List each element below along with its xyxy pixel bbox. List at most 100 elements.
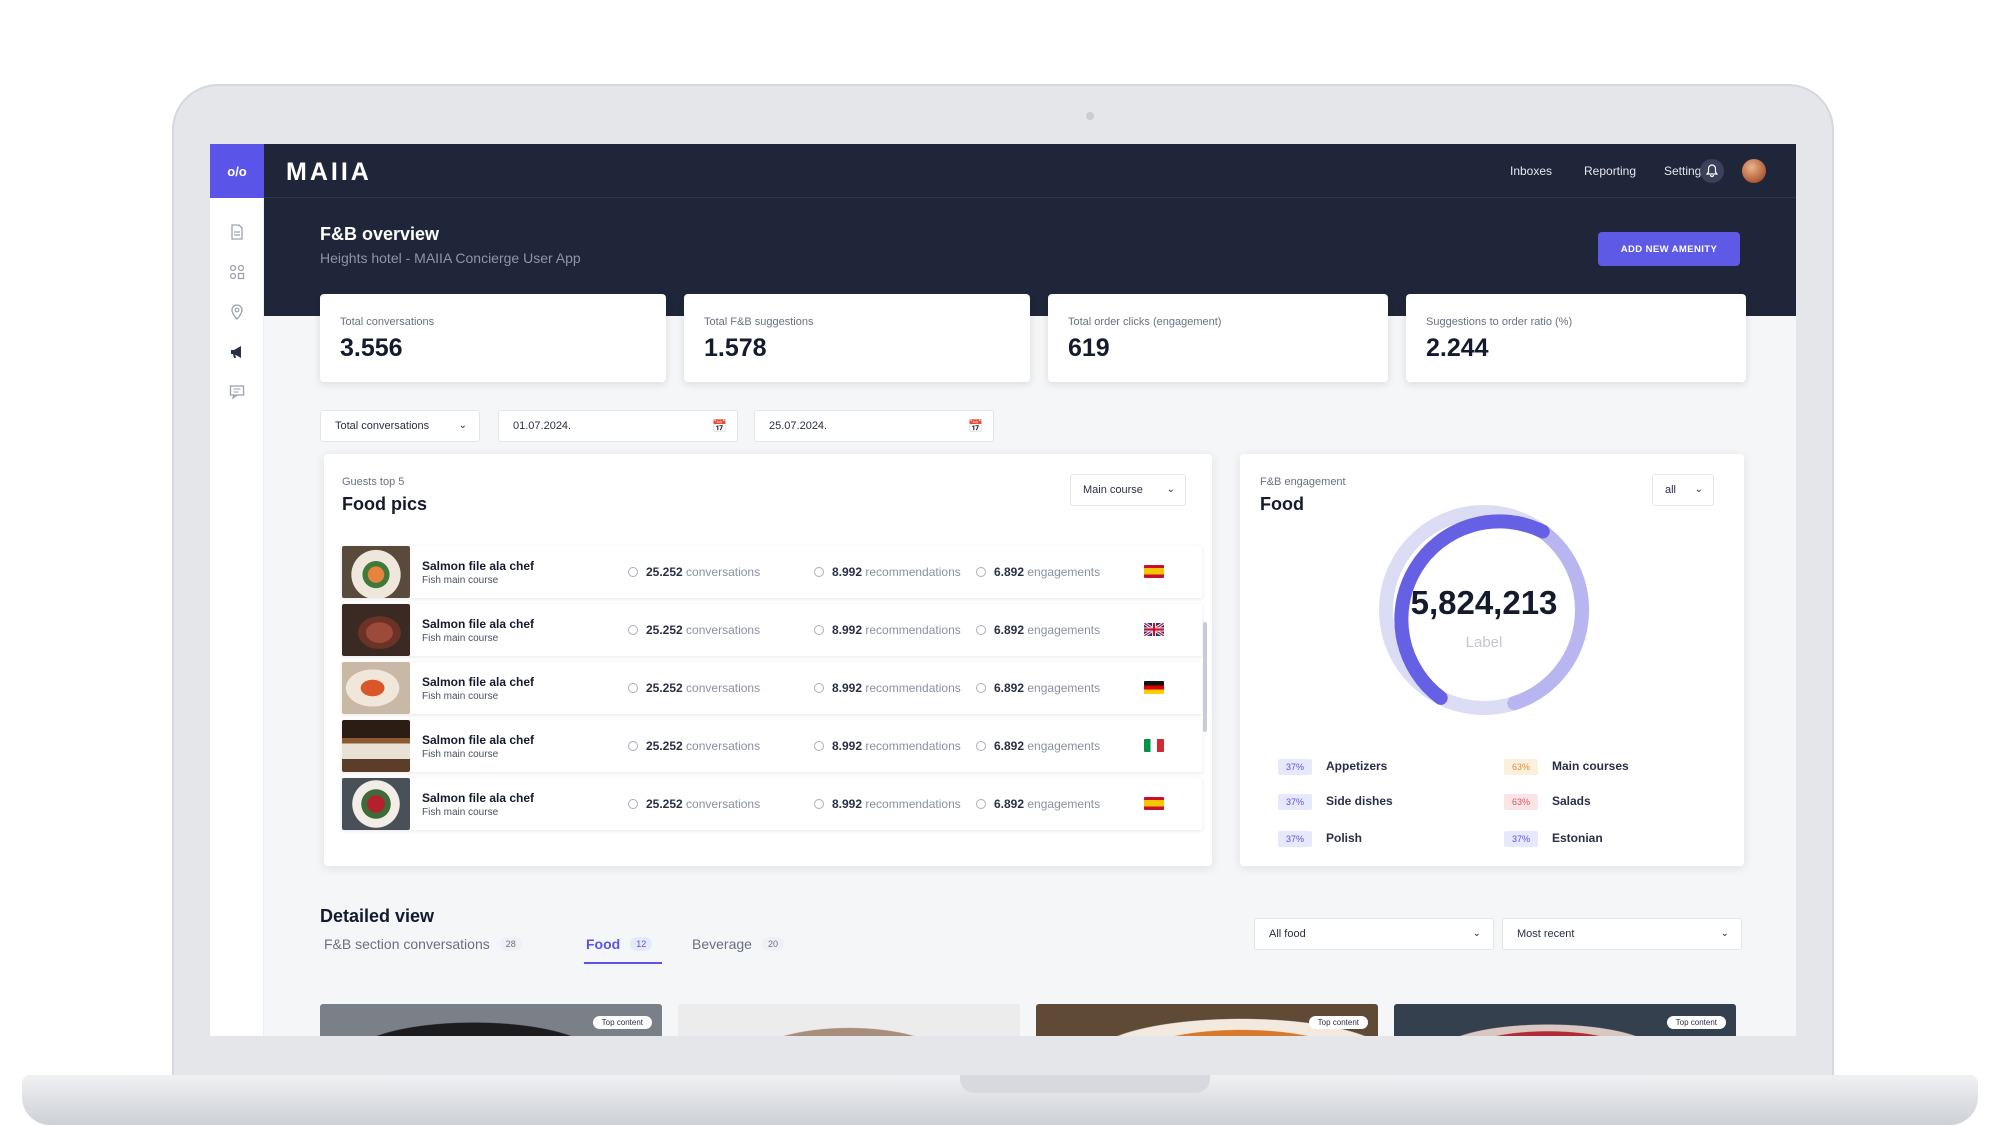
feedback-icon[interactable] [210,372,264,412]
metric-select[interactable]: Total conversations ⌄ [320,410,480,442]
check-circle-icon [976,741,986,751]
germany-flag-icon [1144,681,1164,694]
check-circle-icon [976,683,986,693]
food-row[interactable]: Salmon file ala chef Fish main course 25… [342,662,1202,714]
nav-reporting[interactable]: Reporting [1584,144,1636,198]
chat-icon [628,567,638,577]
metric-select-value: Total conversations [335,420,430,432]
bell-icon[interactable] [1700,159,1724,183]
recommendations-metric: 8.992 recommendations [814,739,961,753]
conversations-metric: 25.252 conversations [628,797,760,811]
location-icon[interactable] [210,292,264,332]
calendar-icon[interactable]: 📅 [712,411,727,441]
conversations-metric: 25.252 conversations [628,565,760,579]
engagements-metric: 6.892 engagements [976,565,1100,579]
legend-pct: 37% [1504,831,1538,847]
check-circle-icon [976,799,986,809]
chevron-down-icon: ⌄ [458,420,467,431]
megaphone-icon[interactable] [210,332,264,372]
nav-inboxes[interactable]: Inboxes [1510,144,1552,198]
content-tile[interactable]: Top content [320,1004,662,1036]
food-row[interactable]: Salmon file ala chef Fish main course 25… [342,546,1202,598]
conversations-count: 25.252 [646,623,683,637]
top-content-badge: Top content [1308,1016,1368,1029]
food-thumbnail [342,604,410,656]
grid-icon[interactable] [210,252,264,292]
food-name: Salmon file ala chef [422,733,535,747]
sort-select[interactable]: Most recent ⌄ [1502,918,1742,950]
stat-card-suggestions-ratio: Suggestions to order ratio (%) 2.244 [1406,294,1746,382]
engagements-count: 6.892 [994,681,1025,695]
uk-flag-icon [1144,623,1164,636]
legend-main-courses: 63% Main courses [1504,759,1629,775]
engagements-label: engagements [1027,797,1101,811]
document-icon[interactable] [210,212,264,252]
card-title: Food pics [342,494,427,514]
detailed-view-title: Detailed view [320,906,435,926]
calendar-icon[interactable]: 📅 [968,411,983,441]
conversations-label: conversations [686,623,761,637]
tab-fb-section-conversations[interactable]: F&B section conversations 28 [324,936,522,952]
food-row[interactable]: Salmon file ala chef Fish main course 25… [342,604,1202,656]
engagements-label: engagements [1027,565,1101,579]
recommendations-label: recommendations [865,797,961,811]
engagements-metric: 6.892 engagements [976,797,1100,811]
user-avatar[interactable] [1742,159,1766,183]
legend-label: Appetizers [1326,759,1388,773]
italy-flag-icon [1144,739,1164,752]
engagements-label: engagements [1027,623,1101,637]
recommendations-count: 8.992 [832,565,863,579]
engagements-count: 6.892 [994,565,1025,579]
course-select[interactable]: Main course ⌄ [1070,474,1186,506]
legend-label: Side dishes [1326,794,1393,808]
laptop-notch [960,1075,1210,1093]
food-name: Salmon file ala chef [422,559,535,573]
conversations-label: conversations [686,739,761,753]
tab-food[interactable]: Food 12 [586,936,653,952]
top-content-badge: Top content [1666,1016,1726,1029]
stat-value: 3.556 [340,334,403,362]
spain-flag-icon [1144,565,1164,578]
card-kicker: Guests top 5 [342,476,405,488]
date-from-input[interactable]: 01.07.2024. 📅 [498,410,738,442]
food-thumbnail [342,778,410,830]
engagement-filter-select[interactable]: all ⌄ [1652,474,1714,506]
conversations-label: conversations [686,681,761,695]
conversations-metric: 25.252 conversations [628,739,760,753]
recommendations-label: recommendations [865,565,961,579]
tab-beverage[interactable]: Beverage 20 [692,936,784,952]
card-kicker: F&B engagement [1260,476,1346,488]
content-tile[interactable]: Top content [1036,1004,1378,1036]
add-new-amenity-button[interactable]: ADD NEW AMENITY [1598,232,1740,266]
legend-label: Estonian [1552,831,1603,845]
scrollbar[interactable] [1203,622,1207,732]
food-filter-select[interactable]: All food ⌄ [1254,918,1494,950]
legend-estonian: 37% Estonian [1504,831,1603,847]
content-tile[interactable] [678,1004,1020,1036]
recommendations-count: 8.992 [832,623,863,637]
app-logo[interactable]: o/o [210,144,264,198]
engagements-label: engagements [1027,739,1101,753]
conversations-count: 25.252 [646,739,683,753]
tab-count: 12 [630,937,653,951]
legend-label: Salads [1552,794,1591,808]
content-tile[interactable]: Top content [1394,1004,1736,1036]
engagements-metric: 6.892 engagements [976,681,1100,695]
brand-logo[interactable]: MAIIA [286,158,372,187]
food-row[interactable]: Salmon file ala chef Fish main course 25… [342,778,1202,830]
date-to-input[interactable]: 25.07.2024. 📅 [754,410,994,442]
tab-count: 20 [761,937,784,951]
stat-label: Total F&B suggestions [704,316,814,328]
food-name: Salmon file ala chef [422,791,535,805]
engagements-count: 6.892 [994,739,1025,753]
chat-icon [628,683,638,693]
chat-icon [628,741,638,751]
conversations-metric: 25.252 conversations [628,681,760,695]
food-name: Salmon file ala chef [422,675,535,689]
food-row[interactable]: Salmon file ala chef Fish main course 25… [342,720,1202,772]
pin-icon [814,799,824,809]
food-thumbnail [342,546,410,598]
page-title: F&B overview [320,224,440,244]
stat-label: Suggestions to order ratio (%) [1426,316,1573,328]
engagements-label: engagements [1027,681,1101,695]
